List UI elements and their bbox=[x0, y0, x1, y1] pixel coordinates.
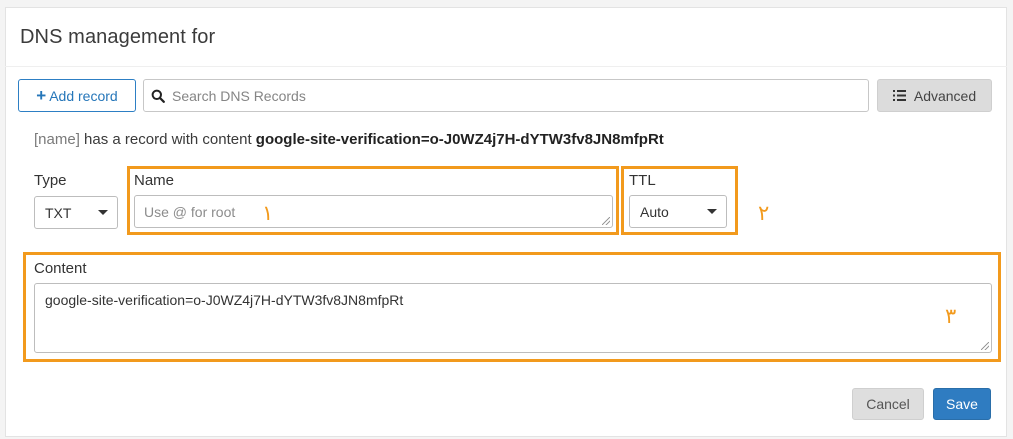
page-title: DNS management for bbox=[20, 26, 216, 48]
add-record-button[interactable]: + Add record bbox=[18, 79, 136, 112]
type-label: Type bbox=[34, 172, 67, 189]
step-2-marker: ۲ bbox=[758, 201, 770, 225]
summary-content-value: google-site-verification=o-J0WZ4j7H-dYTW… bbox=[255, 131, 664, 148]
name-label: Name bbox=[134, 172, 175, 189]
content-field[interactable]: google-site-verification=o-J0WZ4j7H-dYTW… bbox=[34, 283, 992, 353]
type-value: TXT bbox=[45, 204, 72, 221]
record-summary: [name] has a record with content google-… bbox=[34, 131, 664, 148]
name-field[interactable] bbox=[134, 195, 613, 228]
step-3-marker: ۳ bbox=[945, 304, 957, 328]
advanced-label: Advanced bbox=[913, 87, 977, 104]
name-token: [name] bbox=[34, 131, 80, 148]
type-select[interactable]: TXT bbox=[34, 196, 118, 229]
resize-handle-icon[interactable] bbox=[981, 342, 989, 350]
step-1-marker: ۱ bbox=[262, 201, 274, 225]
content-label: Content bbox=[34, 260, 87, 277]
plus-icon: + bbox=[36, 86, 47, 105]
save-button[interactable]: Save bbox=[933, 388, 991, 420]
ttl-value: Auto bbox=[640, 203, 669, 220]
search-field[interactable] bbox=[143, 79, 869, 112]
ttl-label: TTL bbox=[629, 172, 656, 189]
add-record-label: Add record bbox=[49, 87, 118, 104]
cancel-button[interactable]: Cancel bbox=[852, 388, 924, 420]
ttl-select[interactable]: Auto bbox=[629, 195, 727, 228]
search-input[interactable] bbox=[172, 87, 868, 104]
search-icon bbox=[144, 89, 172, 103]
header-divider bbox=[5, 66, 1007, 67]
resize-handle-icon[interactable] bbox=[602, 217, 610, 225]
summary-text: has a record with content bbox=[84, 131, 252, 148]
chevron-down-icon bbox=[98, 210, 108, 215]
name-input[interactable] bbox=[135, 196, 612, 227]
content-input[interactable]: google-site-verification=o-J0WZ4j7H-dYTW… bbox=[35, 284, 991, 352]
advanced-button[interactable]: Advanced bbox=[877, 79, 992, 112]
list-icon bbox=[892, 88, 906, 104]
chevron-down-icon bbox=[707, 209, 717, 214]
